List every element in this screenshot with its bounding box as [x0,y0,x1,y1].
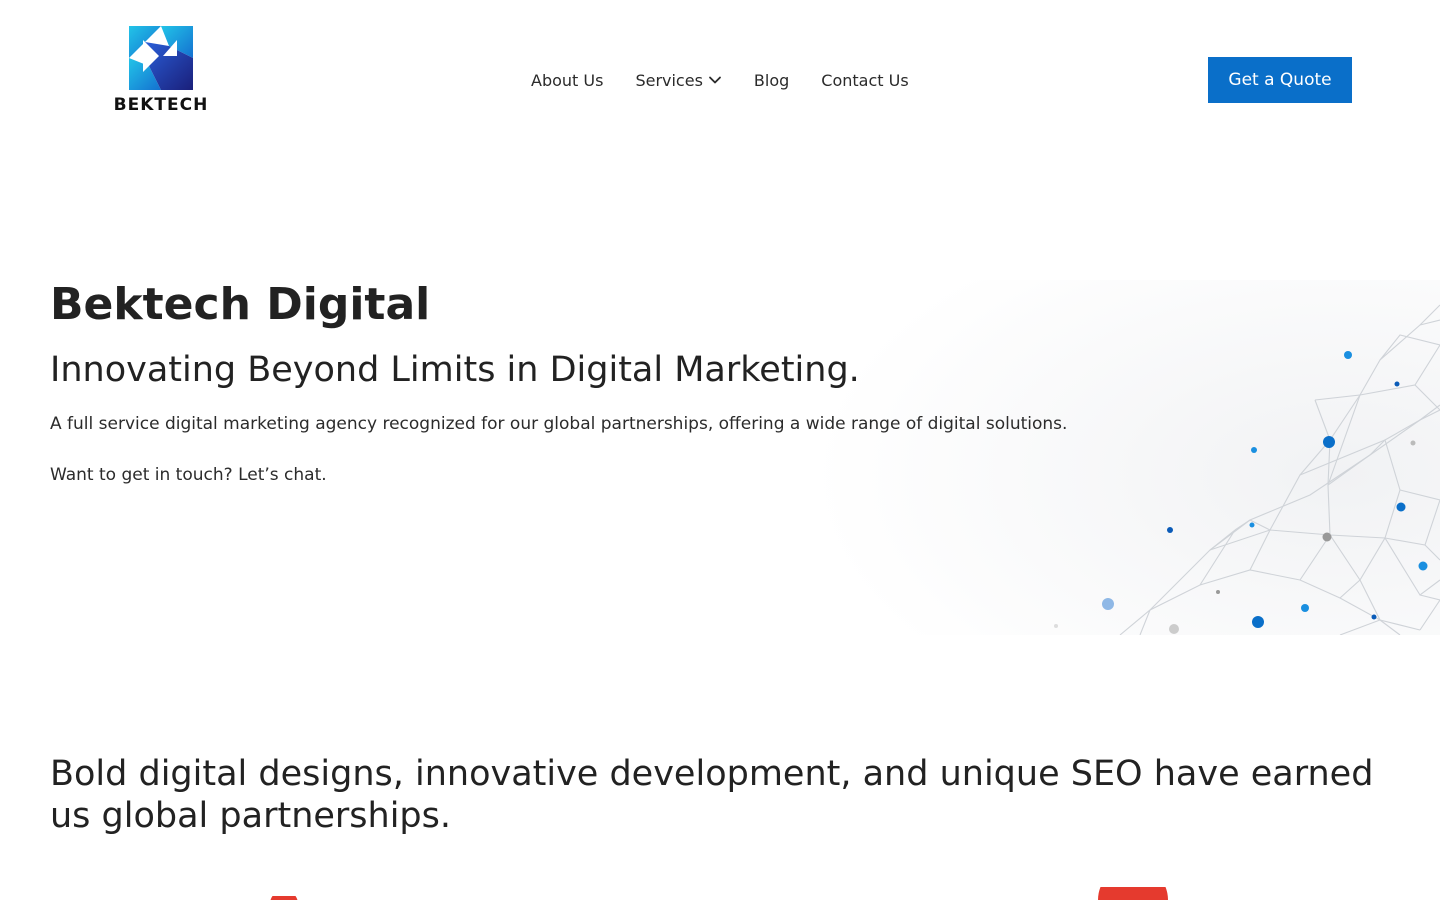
partnerships-heading: Bold digital designs, innovative develop… [50,754,1374,836]
nav-contact[interactable]: Contact Us [821,71,908,90]
get-quote-button[interactable]: Get a Quote [1208,57,1352,103]
main-nav: About Us Services Blog Contact Us [531,68,909,92]
nav-about[interactable]: About Us [531,71,603,90]
hero-title: Bektech Digital [50,279,431,330]
nav-about-label: About Us [531,70,604,90]
hero-description: A full service digital marketing agency … [50,414,1068,434]
nav-blog-label: Blog [753,70,790,90]
hero-contact-text: Want to get in touch? Let’s chat. [50,465,327,485]
partner-badge-icon [1098,887,1168,900]
partner-logo-icon [270,896,298,900]
network-graphic [780,280,1440,635]
nav-blog[interactable]: Blog [754,71,789,90]
nav-contact-label: Contact Us [821,70,909,90]
nav-services-label: Services [635,70,703,90]
chevron-down-icon [709,76,721,84]
logo-link[interactable]: BEKTECH [103,26,219,116]
site-header: BEKTECH About Us Services Blog Contact U… [0,0,1440,150]
logo-text: BEKTECH [113,95,209,115]
hero-subtitle: Innovating Beyond Limits in Digital Mark… [50,350,860,390]
page: BEKTECH About Us Services Blog Contact U… [0,0,1440,900]
nav-services[interactable]: Services [635,71,721,90]
bektech-logo-icon [129,26,193,90]
